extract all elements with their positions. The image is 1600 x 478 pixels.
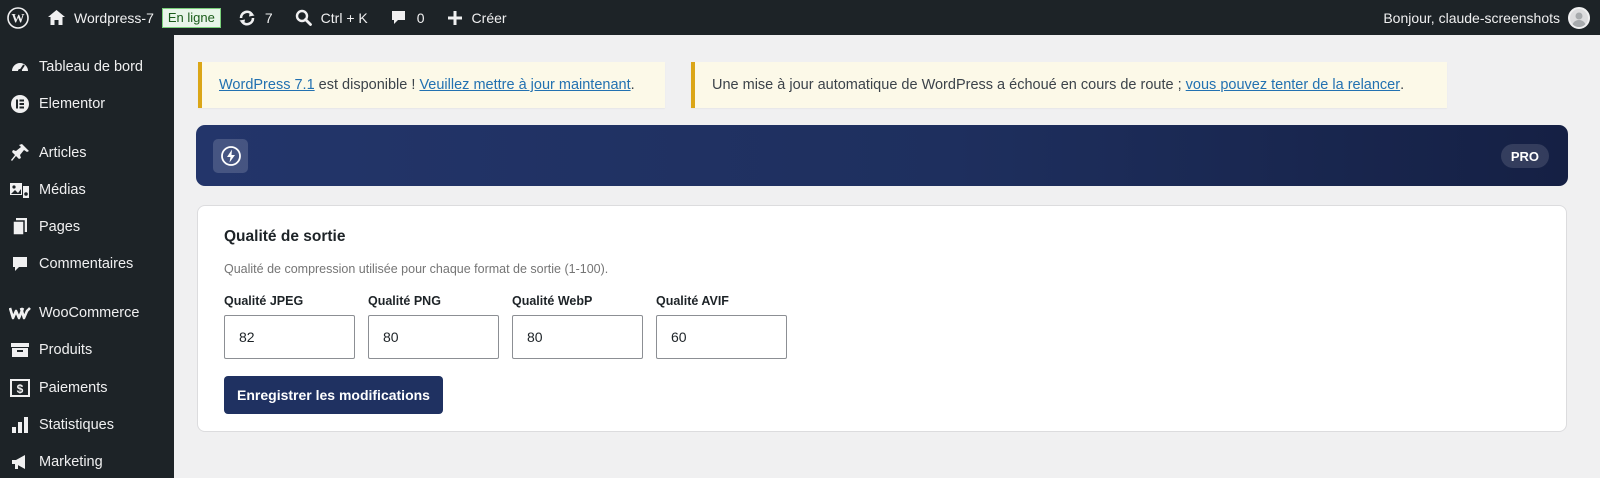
sidebar-item-payments[interactable]: $ Paiements	[0, 371, 174, 405]
section-title: Qualité de sortie	[224, 228, 346, 245]
megaphone-icon	[8, 450, 32, 474]
sidebar-item-marketing[interactable]: Marketing	[0, 445, 174, 478]
sidebar-item-statistics[interactable]: Statistiques	[0, 408, 174, 442]
pro-badge: PRO	[1500, 144, 1549, 168]
sidebar-item-products[interactable]: Produits	[0, 333, 174, 367]
create-link[interactable]: Créer	[439, 0, 515, 35]
account-menu[interactable]: Bonjour, claude-screenshots	[1375, 0, 1590, 35]
pin-icon	[8, 141, 32, 165]
sidebar-item-articles[interactable]: Articles	[0, 136, 174, 170]
section-description: Qualité de compression utilisée pour cha…	[224, 262, 609, 276]
sidebar-item-media[interactable]: Médias	[0, 173, 174, 207]
plus-icon	[447, 10, 463, 26]
plugin-header-banner: PRO	[196, 125, 1568, 186]
admin-sidebar: Tableau de bord Elementor Articles Média…	[0, 35, 174, 478]
archive-icon	[8, 338, 32, 362]
avif-quality-field: Qualité AVIF	[656, 294, 788, 359]
search-icon	[295, 9, 312, 26]
retry-update-link[interactable]: vous pouvez tenter de la relancer	[1186, 77, 1400, 93]
jpeg-quality-input[interactable]	[224, 315, 355, 359]
png-quality-field: Qualité PNG	[368, 294, 500, 359]
comment-icon	[8, 252, 32, 276]
jpeg-quality-label: Qualité JPEG	[224, 294, 304, 308]
lightning-icon	[213, 139, 248, 173]
sidebar-item-label: Tableau de bord	[39, 59, 143, 75]
jpeg-quality-field: Qualité JPEG	[224, 294, 356, 359]
sidebar-item-comments[interactable]: Commentaires	[0, 247, 174, 281]
png-quality-input[interactable]	[368, 315, 499, 359]
save-changes-button[interactable]: Enregistrer les modifications	[224, 376, 443, 414]
sidebar-item-label: Elementor	[39, 96, 106, 112]
webp-quality-input[interactable]	[512, 315, 643, 359]
updates-link[interactable]: 7	[229, 0, 281, 35]
greeting: Bonjour, claude-screenshots	[1383, 9, 1560, 26]
sidebar-item-label: Statistiques	[39, 417, 114, 433]
sidebar-item-label: Pages	[39, 219, 81, 235]
sidebar-item-elementor[interactable]: Elementor	[0, 87, 174, 121]
woocommerce-icon	[8, 301, 32, 325]
create-label: Créer	[471, 9, 507, 26]
search-link[interactable]: Ctrl + K	[287, 0, 376, 35]
pages-icon	[8, 215, 32, 239]
comments-link[interactable]: 0	[382, 0, 433, 35]
search-shortcut: Ctrl + K	[320, 9, 368, 26]
sidebar-item-label: Articles	[39, 145, 87, 161]
dollar-icon: $	[8, 376, 32, 400]
webp-quality-field: Qualité WebP	[512, 294, 644, 359]
dashboard-icon	[8, 55, 32, 79]
comments-count: 0	[416, 9, 425, 26]
media-icon	[8, 178, 32, 202]
update-now-link[interactable]: Veuillez mettre à jour maintenant	[419, 77, 630, 93]
svg-text:$: $	[17, 382, 24, 396]
notice-text: Une mise à jour automatique de WordPress…	[712, 77, 1186, 93]
sidebar-item-label: Commentaires	[39, 256, 134, 272]
avatar	[1568, 6, 1590, 29]
admin-bar: W Wordpress-7 En ligne 7 Ctrl + K 0 Crée…	[0, 0, 1600, 35]
sidebar-item-label: Produits	[39, 342, 93, 358]
sidebar-item-woocommerce[interactable]: WooCommerce	[0, 296, 174, 330]
avif-quality-input[interactable]	[656, 315, 787, 359]
notice-text-end: .	[1400, 77, 1405, 93]
update-available-notice: WordPress 7.1 est disponible ! Veuillez …	[198, 62, 665, 108]
updates-count: 7	[264, 9, 273, 26]
sidebar-item-label: Paiements	[39, 380, 108, 396]
avif-quality-label: Qualité AVIF	[656, 294, 729, 308]
refresh-icon	[237, 9, 257, 27]
wordpress-version-link[interactable]: WordPress 7.1	[219, 77, 315, 93]
notice-text-end: .	[630, 77, 635, 93]
status-badge: En ligne	[161, 7, 221, 28]
sidebar-item-label: Médias	[39, 182, 86, 198]
wordpress-logo-icon[interactable]: W	[0, 0, 37, 35]
site-name-link[interactable]: Wordpress-7 En ligne	[37, 0, 229, 35]
png-quality-label: Qualité PNG	[368, 294, 441, 308]
elementor-icon	[8, 92, 32, 116]
home-icon	[47, 9, 66, 26]
sidebar-item-label: Marketing	[39, 454, 103, 470]
sidebar-item-dashboard[interactable]: Tableau de bord	[0, 50, 174, 84]
sidebar-item-pages[interactable]: Pages	[0, 210, 174, 244]
output-quality-card: Qualité de sortie Qualité de compression…	[197, 205, 1567, 432]
sidebar-item-label: WooCommerce	[39, 305, 140, 321]
comment-icon	[390, 9, 407, 26]
auto-update-failed-notice: Une mise à jour automatique de WordPress…	[691, 62, 1447, 108]
webp-quality-label: Qualité WebP	[512, 294, 593, 308]
svg-text:W: W	[12, 10, 25, 25]
site-name: Wordpress-7	[74, 9, 154, 26]
notice-text: est disponible !	[314, 77, 420, 93]
bar-chart-icon	[8, 413, 32, 437]
